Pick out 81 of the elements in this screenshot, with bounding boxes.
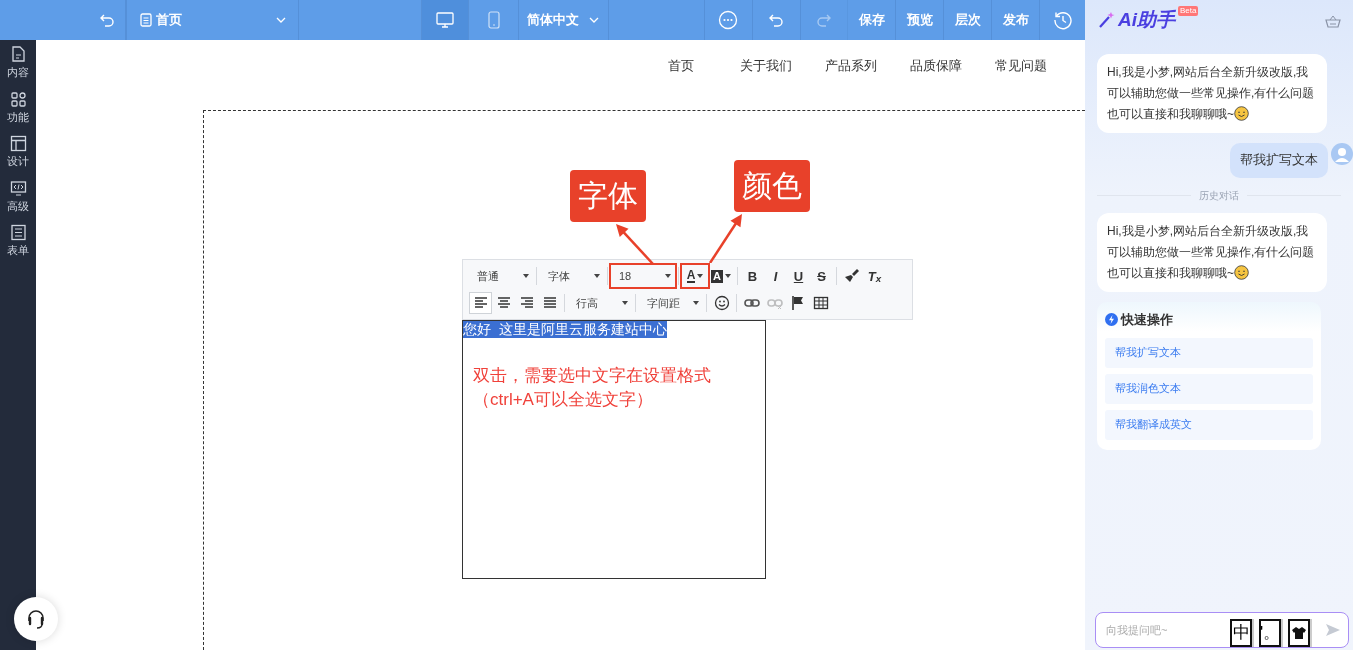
more-icon — [718, 10, 739, 30]
beta-tag: Beta — [1178, 6, 1199, 16]
caret-icon — [665, 274, 671, 279]
align-right-icon — [518, 294, 535, 311]
history-divider-label: 历史对话 — [1199, 188, 1239, 203]
avatar-icon — [1331, 143, 1353, 165]
magic-wand-icon — [1097, 11, 1115, 29]
quick-action-item[interactable]: 帮我扩写文本 — [1105, 338, 1313, 369]
site-nav-link[interactable]: 品质保障 — [893, 57, 978, 110]
smiley-icon — [713, 294, 730, 311]
assistant-message: Hi,我是小梦,网站后台全新升级改版,我可以辅助您做一些常见操作,有什么问题也可以直接和我聊聊哦~ — [1097, 212, 1327, 292]
toolbar-select[interactable]: 普通 — [469, 265, 533, 288]
undo-icon — [99, 13, 116, 27]
bold-button[interactable]: B — [741, 265, 764, 288]
desktop-view-button[interactable] — [422, 0, 470, 40]
sidebar-item[interactable]: 设计 — [7, 135, 29, 170]
sidebar-item[interactable]: 高级 — [7, 179, 29, 214]
callout-label: 颜色 — [734, 160, 810, 212]
caret-icon — [693, 300, 699, 305]
history-icon — [1052, 10, 1073, 30]
grid-icon — [9, 90, 27, 108]
instruction-text: （ctrl+A可以全选文字） — [472, 389, 654, 411]
quick-action-item[interactable]: 帮我润色文本 — [1105, 374, 1313, 405]
site-nav-link[interactable]: 首页 — [638, 57, 723, 110]
callout-label: 字体 — [570, 170, 646, 222]
chevron-down-icon — [276, 17, 287, 23]
toolbar-select[interactable]: 字体 — [540, 265, 604, 288]
highlight-color-button[interactable]: A — [708, 265, 734, 288]
align-left-icon — [472, 294, 489, 311]
toolbar-select[interactable]: 字间距 — [639, 291, 703, 314]
smiley-emoji-icon — [1234, 106, 1249, 121]
table-icon — [812, 294, 829, 311]
assistant-logo-text: Ai助手 — [1118, 7, 1175, 32]
redo-icon — [815, 13, 832, 27]
chevron-down-icon — [589, 17, 600, 23]
document-icon — [9, 46, 27, 63]
ime-key[interactable]: 中 — [1230, 619, 1252, 647]
sidebar-item[interactable]: 功能 — [7, 90, 29, 125]
code-monitor-icon — [9, 179, 27, 197]
page-icon — [138, 13, 153, 27]
user-message: 帮我扩写文本 — [1230, 143, 1328, 178]
quick-action-item[interactable]: 帮我翻译成英文 — [1105, 410, 1313, 441]
text-box[interactable]: 您好 这里是阿里云服务建站中心 双击，需要选中文字在设置格式 （ctrl+A可以全选文字） — [462, 320, 766, 579]
caret-icon — [697, 274, 704, 279]
instruction-text: 双击，需要选中文字在设置格式 — [472, 365, 712, 387]
caret-icon — [724, 274, 731, 279]
monitor-icon — [436, 12, 455, 28]
selected-text: 您好 这里是阿里云服务建站中心 — [463, 321, 667, 338]
site-nav-link[interactable]: 常见问题 — [978, 57, 1063, 110]
chat-input[interactable]: 向我提问吧~ 中 '。 — [1095, 612, 1349, 648]
caret-icon — [594, 274, 600, 279]
strike-button[interactable]: S — [810, 265, 833, 288]
flag-icon — [789, 294, 806, 311]
ime-key[interactable]: '。 — [1259, 619, 1281, 647]
send-icon — [1326, 624, 1340, 636]
align-center-icon — [495, 294, 512, 311]
assistant-message: Hi,我是小梦,网站后台全新升级改版,我可以辅助您做一些常见操作,有什么问题也可以直接和我聊聊哦~ — [1097, 54, 1327, 133]
smiley-emoji-icon — [1234, 264, 1249, 280]
toolbar-select[interactable]: 行高 — [568, 291, 632, 314]
shirt-icon — [1292, 627, 1306, 639]
list-icon — [9, 224, 27, 241]
phone-icon — [487, 11, 500, 29]
justify-icon — [541, 294, 558, 311]
align-left-button[interactable] — [469, 291, 492, 314]
toolbar-select[interactable]: 18 — [611, 265, 675, 288]
ime-key[interactable] — [1288, 619, 1310, 647]
site-nav-link[interactable]: 关于我们 — [723, 57, 808, 110]
lightning-icon — [1105, 313, 1118, 326]
underline-button[interactable]: U — [787, 265, 810, 288]
sidebar-item[interactable]: 内容 — [7, 46, 29, 81]
font-color-button[interactable]: A — [682, 265, 708, 288]
italic-button[interactable]: I — [764, 265, 787, 288]
basket-icon — [1325, 13, 1341, 28]
caret-icon — [523, 274, 529, 279]
clear-format-button[interactable]: T$_{x}$ — [863, 265, 886, 288]
layout-icon — [9, 135, 27, 152]
quick-actions-title: 快速操作 — [1121, 310, 1173, 329]
undo-icon — [768, 13, 785, 27]
caret-icon — [622, 300, 628, 305]
site-nav-link[interactable]: 产品系列 — [808, 57, 893, 110]
sidebar-item[interactable]: 表单 — [7, 224, 29, 259]
